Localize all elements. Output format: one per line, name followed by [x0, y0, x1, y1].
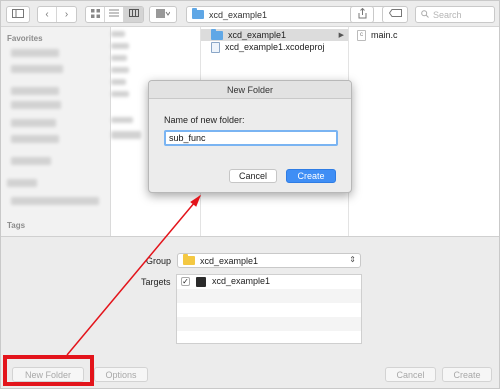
table-row	[177, 317, 361, 331]
folder-name-input[interactable]: sub_func	[164, 130, 338, 146]
search-icon	[421, 9, 429, 20]
new-folder-dialog: New Folder Name of new folder: sub_func …	[148, 80, 352, 193]
icon-view-button[interactable]	[86, 7, 105, 22]
sidebar-item-redacted[interactable]	[11, 119, 56, 127]
application-icon	[196, 277, 206, 287]
location-label: xcd_example1	[209, 9, 268, 20]
sidebar-toggle-button[interactable]	[6, 6, 30, 23]
folder-name-label: Name of new folder:	[164, 115, 245, 125]
chevron-right-icon: ›	[64, 9, 69, 20]
sidebar-item-redacted[interactable]	[11, 101, 61, 109]
chevron-left-icon: ‹	[45, 9, 49, 20]
list-icon	[109, 9, 119, 20]
tag-icon	[388, 9, 402, 20]
column-item-redacted[interactable]	[111, 91, 129, 97]
c-file-icon: c	[357, 29, 366, 41]
grid-icon	[90, 8, 100, 21]
create-button[interactable]: Create	[442, 367, 492, 382]
chevron-updown-icon: ⇕	[349, 255, 356, 264]
list-item-label: xcd_example1.xcodeproj	[225, 42, 325, 52]
group-label: Group	[146, 256, 172, 266]
sidebar-icon	[12, 8, 24, 21]
list-view-button[interactable]	[105, 7, 124, 22]
disclosure-triangle-icon: ▶	[338, 32, 344, 39]
tags-header: Tags	[7, 221, 26, 230]
column-item-redacted[interactable]	[111, 79, 126, 85]
search-placeholder: Search	[433, 9, 462, 20]
list-item[interactable]: c main.c	[357, 29, 398, 41]
search-field[interactable]: Search	[415, 6, 495, 23]
target-label: xcd_example1	[212, 276, 271, 286]
arrange-button[interactable]	[149, 6, 177, 23]
list-item-label: main.c	[371, 30, 398, 40]
targets-label: Targets	[141, 277, 171, 287]
sidebar: Favorites Tags	[1, 27, 111, 236]
target-checkbox[interactable]: ✓	[181, 277, 190, 286]
toolbar: ‹ › xcd_example1 ⌄ Search	[1, 1, 499, 27]
list-item[interactable]: xcd_example1.xcodeproj	[211, 41, 325, 53]
share-button[interactable]	[350, 6, 374, 23]
column-item-redacted[interactable]	[111, 67, 129, 73]
options-button[interactable]: Options	[94, 367, 148, 382]
sidebar-item-redacted[interactable]	[11, 49, 59, 57]
dialog-create-button[interactable]: Create	[286, 169, 336, 183]
group-value: xcd_example1	[200, 255, 259, 266]
columns-icon	[128, 9, 139, 20]
column-item-redacted[interactable]	[111, 117, 133, 123]
sidebar-item-redacted[interactable]	[11, 197, 99, 205]
xcodeproj-icon	[211, 41, 220, 53]
folder-icon	[183, 254, 195, 265]
sidebar-item-redacted[interactable]	[11, 65, 63, 73]
cancel-button[interactable]: Cancel	[385, 367, 436, 382]
table-row	[177, 331, 361, 345]
annotation-highlight-box	[3, 355, 94, 386]
sidebar-item-redacted[interactable]	[11, 157, 51, 165]
group-popup[interactable]: xcd_example1 ⇕	[177, 253, 361, 268]
back-button[interactable]: ‹	[38, 7, 57, 22]
table-row	[177, 289, 361, 303]
sidebar-item-redacted[interactable]	[7, 179, 37, 187]
column-view-button[interactable]	[124, 7, 143, 22]
targets-list: ✓ xcd_example1	[176, 274, 362, 344]
column-item-redacted[interactable]	[111, 55, 127, 61]
folder-icon	[211, 28, 223, 40]
column-item-redacted[interactable]	[111, 31, 125, 37]
dialog-cancel-button[interactable]: Cancel	[229, 169, 277, 183]
tag-button[interactable]	[382, 6, 408, 23]
column-item-redacted[interactable]	[111, 43, 129, 49]
list-item-selected[interactable]: xcd_example1	[201, 28, 348, 41]
dialog-title: New Folder	[149, 81, 351, 99]
list-item-label: xcd_example1	[228, 30, 287, 40]
sidebar-item-redacted[interactable]	[11, 135, 59, 143]
table-row[interactable]: ✓ xcd_example1	[177, 275, 361, 289]
browser-column-3: c main.c	[349, 27, 499, 236]
view-mode-control	[85, 6, 144, 23]
table-row	[177, 303, 361, 317]
forward-button[interactable]: ›	[57, 7, 76, 22]
folder-icon	[192, 8, 204, 19]
share-icon	[358, 7, 367, 22]
column-item-redacted[interactable]	[111, 131, 141, 139]
back-forward-control: ‹ ›	[37, 6, 77, 23]
sidebar-item-redacted[interactable]	[11, 87, 59, 95]
favorites-header: Favorites	[7, 34, 43, 43]
arrange-grid-icon	[156, 8, 171, 21]
